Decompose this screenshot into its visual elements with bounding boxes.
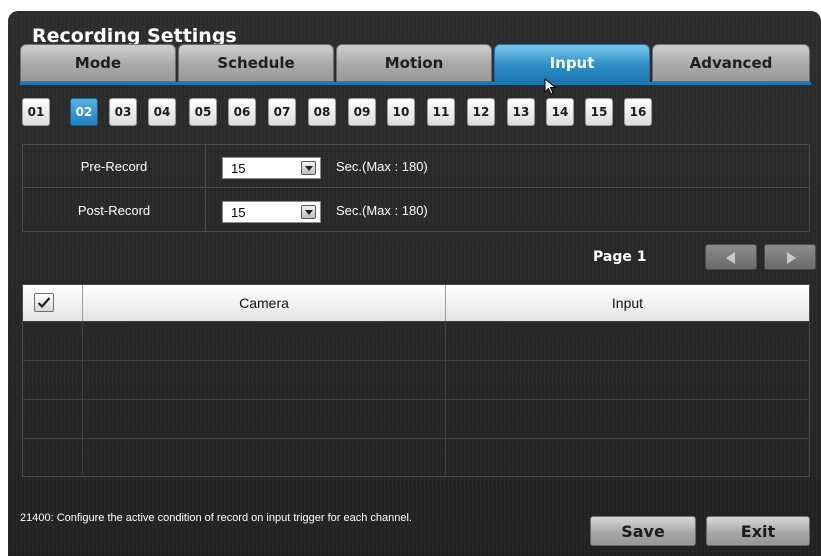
- tab-schedule[interactable]: Schedule: [178, 44, 334, 82]
- next-page-button[interactable]: [764, 244, 816, 270]
- checkmark-icon: [37, 297, 51, 309]
- chevron-down-icon[interactable]: [301, 205, 316, 219]
- channel-button-13[interactable]: 13: [507, 98, 535, 126]
- mouse-pointer-icon: [544, 78, 557, 95]
- channel-button-05[interactable]: 05: [189, 98, 217, 126]
- channel-button-12[interactable]: 12: [467, 98, 495, 126]
- exit-button[interactable]: Exit: [706, 516, 810, 546]
- channel-button-16[interactable]: 16: [624, 98, 652, 126]
- page-indicator: Page 1: [593, 249, 647, 265]
- channel-button-07[interactable]: 07: [268, 98, 296, 126]
- camera-column-header: Camera: [83, 285, 446, 321]
- row-select-cell[interactable]: [23, 322, 83, 360]
- table-row[interactable]: [23, 438, 809, 477]
- channel-button-03[interactable]: 03: [109, 98, 137, 126]
- row-select-cell[interactable]: [23, 361, 83, 399]
- tab-underline: [20, 82, 811, 85]
- row-select-cell[interactable]: [23, 439, 83, 477]
- post-record-row: Post-Record 15 Sec.(Max : 180): [23, 189, 809, 232]
- chevron-down-icon[interactable]: [301, 161, 316, 175]
- tab-advanced[interactable]: Advanced: [652, 44, 810, 82]
- post-record-select[interactable]: 15: [222, 201, 321, 223]
- camera-cell: [83, 400, 446, 438]
- tab-motion[interactable]: Motion: [336, 44, 492, 82]
- status-message: 21400: Configure the active condition of…: [20, 512, 412, 524]
- post-record-label: Post-Record: [23, 189, 206, 232]
- channel-button-06[interactable]: 06: [228, 98, 256, 126]
- save-button[interactable]: Save: [590, 516, 696, 546]
- pre-record-select[interactable]: 15: [222, 157, 321, 179]
- tab-bar: Mode Schedule Motion Input Advanced: [20, 44, 811, 84]
- channel-button-01[interactable]: 01: [22, 98, 50, 126]
- post-record-unit: Sec.(Max : 180): [336, 203, 428, 218]
- channel-button-14[interactable]: 14: [546, 98, 574, 126]
- tab-input[interactable]: Input: [494, 44, 650, 82]
- camera-input-table: Camera Input: [22, 284, 810, 477]
- camera-cell: [83, 439, 446, 477]
- pre-record-label: Pre-Record: [23, 145, 206, 188]
- camera-cell: [83, 361, 446, 399]
- channel-button-11[interactable]: 11: [427, 98, 455, 126]
- channel-selector: 01 02 03 04 05 06 07 08 09 10 11 12 13 14 15 16: [22, 98, 722, 128]
- row-select-cell[interactable]: [23, 400, 83, 438]
- tab-mode[interactable]: Mode: [20, 44, 176, 82]
- record-time-settings: Pre-Record 15 Sec.(Max : 180) Post-Recor…: [22, 144, 810, 232]
- channel-button-10[interactable]: 10: [387, 98, 415, 126]
- prev-page-button[interactable]: [705, 244, 757, 270]
- table-row[interactable]: [23, 399, 809, 438]
- select-all-cell: [23, 285, 83, 321]
- post-record-value: 15: [231, 204, 246, 220]
- channel-button-08[interactable]: 08: [308, 98, 336, 126]
- channel-button-15[interactable]: 15: [585, 98, 613, 126]
- table-header: Camera Input: [23, 285, 809, 321]
- pre-record-value: 15: [231, 160, 246, 176]
- camera-cell: [83, 322, 446, 360]
- channel-button-09[interactable]: 09: [348, 98, 376, 126]
- channel-button-02[interactable]: 02: [70, 98, 98, 126]
- pre-record-unit: Sec.(Max : 180): [336, 159, 428, 174]
- table-row[interactable]: [23, 321, 809, 360]
- pre-record-row: Pre-Record 15 Sec.(Max : 180): [23, 145, 809, 188]
- table-row[interactable]: [23, 360, 809, 399]
- select-all-checkbox[interactable]: [34, 293, 54, 312]
- channel-button-04[interactable]: 04: [148, 98, 176, 126]
- input-column-header: Input: [611, 295, 644, 311]
